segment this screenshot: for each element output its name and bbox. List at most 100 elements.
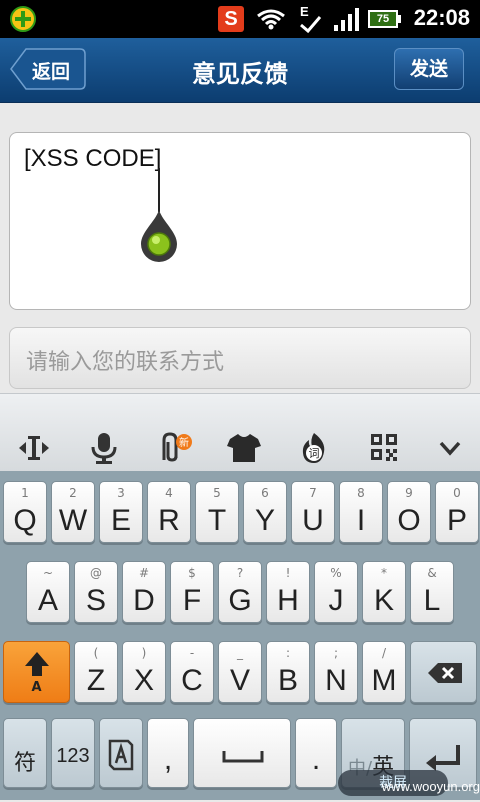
key-o[interactable]: 9O <box>387 481 431 543</box>
feedback-text: [XSS CODE] <box>24 145 162 172</box>
key-hint: $ <box>188 566 196 580</box>
key-hint: 2 <box>69 486 77 500</box>
space-key[interactable] <box>193 718 291 788</box>
key-hint: * <box>381 566 387 580</box>
key-label: P <box>446 504 467 537</box>
key-label: Z <box>86 664 106 697</box>
key-label: W <box>58 504 88 537</box>
key-label: U <box>302 504 324 537</box>
word-fire-icon[interactable]: 词 <box>296 432 332 464</box>
key-hint: 3 <box>117 486 125 500</box>
layout-switch-key[interactable] <box>99 718 143 788</box>
key-hint: 0 <box>453 486 461 500</box>
key-hint: ; <box>333 646 339 660</box>
svg-text:词: 词 <box>309 447 320 460</box>
key-label: S <box>85 584 106 617</box>
backspace-key[interactable] <box>410 641 477 703</box>
text-caret <box>158 168 160 212</box>
key-label: K <box>373 584 394 617</box>
key-hint: ) <box>141 646 147 660</box>
key-n[interactable]: ; N <box>314 641 358 703</box>
numbers-key[interactable]: 123 <box>51 718 95 788</box>
feedback-textarea[interactable]: [XSS CODE] <box>9 132 471 310</box>
symbols-key[interactable]: 符 <box>3 718 47 788</box>
battery-icon: 75 <box>368 8 402 30</box>
key-x[interactable]: ) X <box>122 641 166 703</box>
key-label: B <box>277 664 298 697</box>
key-label: Y <box>254 504 275 537</box>
qr-code-icon[interactable] <box>366 432 402 464</box>
key-hint: 8 <box>357 486 365 500</box>
key-a[interactable]: ~ A <box>26 561 70 623</box>
soft-keyboard: 1Q2W3E4R5T6Y7U8I9O0P ~ A @ S # D $ F? G! H% J * K & L … <box>0 471 480 800</box>
key-e[interactable]: 3E <box>99 481 143 543</box>
sogou-input-icon: S <box>218 6 244 32</box>
key-label: Q <box>13 504 37 537</box>
key-label: T <box>207 504 227 537</box>
title-bar: 返回 意见反馈 发送 <box>0 38 480 103</box>
key-hint: % <box>330 566 342 580</box>
key-b[interactable]: :B <box>266 641 310 703</box>
key-z[interactable]: (Z <box>74 641 118 703</box>
keyboard-layout-icon <box>108 739 134 771</box>
watermark-text: www.wooyun.org <box>381 779 480 794</box>
space-bar-icon <box>222 751 264 763</box>
key-v[interactable]: _ V <box>218 641 262 703</box>
key-w[interactable]: 2W <box>51 481 95 543</box>
key-k[interactable]: * K <box>362 561 406 623</box>
clip-new-icon[interactable]: 新 <box>156 432 192 464</box>
key-q[interactable]: 1Q <box>3 481 47 543</box>
feedback-form: [XSS CODE] 请输入您的联系方式 <box>0 103 480 393</box>
key-i[interactable]: 8I <box>339 481 383 543</box>
key-hint: 9 <box>405 486 413 500</box>
key-r[interactable]: 4R <box>147 481 191 543</box>
key-hint: & <box>427 566 437 580</box>
key-f[interactable]: $ F <box>170 561 214 623</box>
key-label: O <box>397 504 421 537</box>
key-hint: ! <box>285 566 291 580</box>
status-bar: S E 75 22:08 <box>0 0 480 38</box>
key-label: R <box>158 504 180 537</box>
microphone-icon[interactable] <box>86 432 122 464</box>
key-label: J <box>328 584 344 617</box>
key-c[interactable]: -C <box>170 641 214 703</box>
key-s[interactable]: @ S <box>74 561 118 623</box>
key-hint: : <box>285 646 291 660</box>
send-button[interactable]: 发送 <box>394 48 464 90</box>
key-j[interactable]: % J <box>314 561 358 623</box>
key-l[interactable]: & L <box>410 561 454 623</box>
key-label: F <box>182 584 202 617</box>
edge-label: E <box>300 4 309 19</box>
security-app-icon <box>10 6 36 32</box>
shift-key-label: A <box>31 680 42 695</box>
clock: 22:08 <box>413 5 470 30</box>
key-hint: 6 <box>261 486 269 500</box>
key-label: M <box>371 664 397 697</box>
cursor-move-icon[interactable] <box>16 432 52 464</box>
key-p[interactable]: 0P <box>435 481 479 543</box>
cursor-handle-icon[interactable] <box>141 210 177 262</box>
key-label: D <box>133 584 155 617</box>
key-hint: 4 <box>165 486 173 500</box>
key-d[interactable]: # D <box>122 561 166 623</box>
comma-key-label: , <box>163 743 173 776</box>
contact-input[interactable]: 请输入您的联系方式 <box>9 327 471 389</box>
key-u[interactable]: 7U <box>291 481 335 543</box>
key-g[interactable]: ? G <box>218 561 262 623</box>
tshirt-skin-icon[interactable] <box>226 432 262 464</box>
keyboard-toolbar: 新 词 <box>0 393 480 472</box>
key-m[interactable]: / M <box>362 641 406 703</box>
key-label: H <box>277 584 299 617</box>
key-t[interactable]: 5T <box>195 481 239 543</box>
key-label: E <box>110 504 131 537</box>
key-hint: 1 <box>21 486 29 500</box>
key-y[interactable]: 6Y <box>243 481 287 543</box>
key-hint: _ <box>237 646 243 660</box>
chevron-down-icon[interactable] <box>432 432 468 464</box>
key-h[interactable]: ! H <box>266 561 310 623</box>
key-label: L <box>423 584 441 617</box>
key-label: C <box>181 664 203 697</box>
shift-key[interactable]: A <box>3 641 70 703</box>
comma-key[interactable]: , <box>147 718 189 788</box>
key-hint: / <box>381 646 387 660</box>
